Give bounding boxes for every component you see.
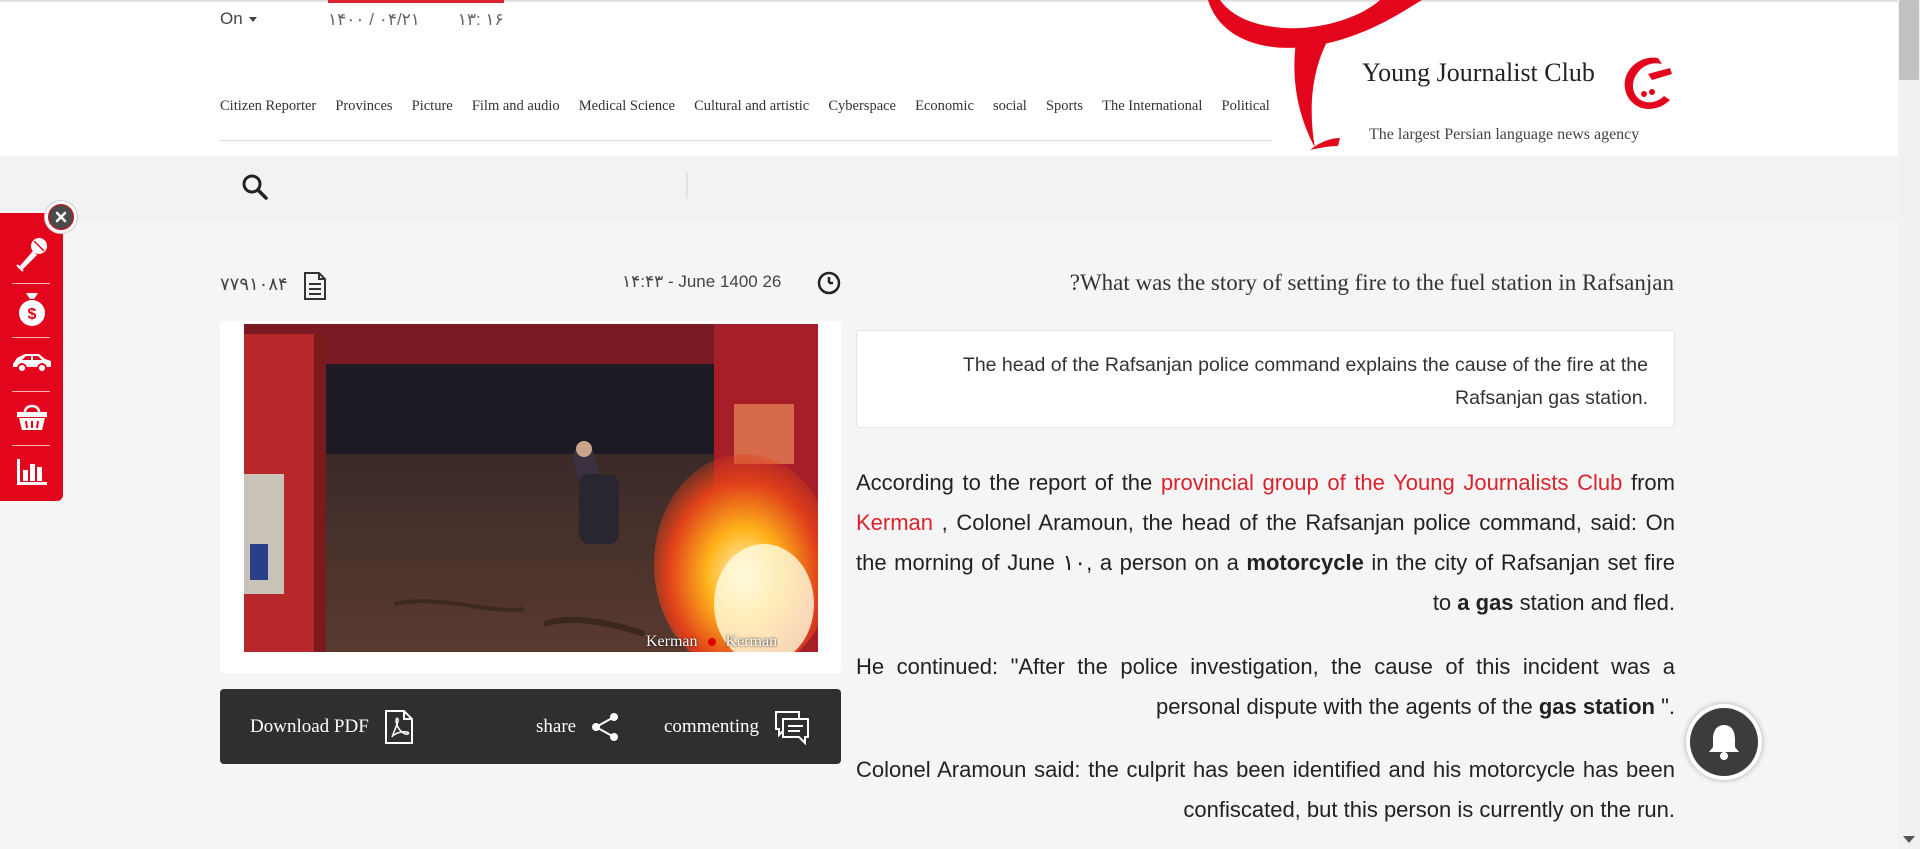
share-button[interactable]: share: [536, 689, 620, 764]
microphone-icon: [16, 238, 47, 272]
nav-item-picture[interactable]: Picture: [412, 98, 453, 115]
nav-item-film-audio[interactable]: Film and audio: [472, 98, 560, 115]
document-icon: [304, 272, 326, 300]
article-paragraph-2: He continued: "After the police investig…: [856, 647, 1675, 727]
share-icon: [592, 712, 619, 741]
scroll-down-arrow-icon[interactable]: [1903, 836, 1915, 843]
header-date: ۱۴۰۰ / ۰۴/۲۱: [328, 10, 420, 29]
clock-icon: [817, 271, 841, 295]
side-tool-microphone[interactable]: [8, 231, 56, 277]
commenting-label: commenting: [664, 715, 759, 737]
nav-item-social[interactable]: social: [993, 98, 1027, 115]
commenting-button[interactable]: commenting: [664, 689, 811, 764]
gas-station-fire-image: [244, 324, 818, 652]
nav-divider: [220, 140, 1272, 141]
article-photo[interactable]: [244, 324, 818, 652]
header-time: ۱۳: ۱۶: [457, 10, 504, 29]
nav-item-provinces[interactable]: Provinces: [335, 98, 392, 115]
nav-item-economic[interactable]: Economic: [915, 98, 974, 115]
language-label: On: [220, 9, 243, 28]
download-pdf-label: Download PDF: [250, 715, 369, 737]
side-tool-basket[interactable]: [8, 393, 56, 439]
header-date-time: ۱۴۰۰ / ۰۴/۲۱ ۱۳: ۱۶: [328, 10, 504, 30]
brand-logo-icon[interactable]: [1618, 52, 1678, 114]
side-tool-separator: [12, 445, 50, 446]
side-tool-money[interactable]: $: [8, 285, 56, 331]
nav-item-sports[interactable]: Sports: [1046, 98, 1083, 115]
side-tool-separator: [12, 337, 50, 338]
p1-text-a: According to the report of the: [856, 470, 1161, 495]
svg-text:$: $: [28, 306, 37, 323]
article-lead: The head of the Rafsanjan police command…: [962, 354, 1648, 409]
close-icon: [49, 205, 73, 229]
side-toolbar-close-button[interactable]: [45, 201, 77, 233]
nav-item-cultural-artistic[interactable]: Cultural and artistic: [694, 98, 809, 115]
scrollbar-thumb[interactable]: [1899, 0, 1919, 80]
kerman-link[interactable]: Kerman: [856, 510, 933, 535]
search-divider: [686, 172, 688, 198]
p1-text-b: from: [1622, 470, 1675, 495]
side-toolbar: $: [0, 213, 63, 501]
brand-tagline: The largest Persian language news agency: [1369, 126, 1640, 143]
watermark-left: Kerman: [646, 633, 698, 650]
download-pdf-button[interactable]: Download PDF: [250, 689, 415, 764]
money-bag-icon: $: [19, 293, 45, 326]
watermark-right: Kerman: [725, 633, 778, 650]
side-tool-separator: [12, 391, 50, 392]
watermark-dot: [707, 637, 716, 646]
nav-item-cyberspace[interactable]: Cyberspace: [828, 98, 896, 115]
side-tool-chart[interactable]: [8, 449, 56, 495]
nav-item-international[interactable]: The International: [1102, 98, 1202, 115]
side-tool-car[interactable]: [8, 339, 56, 385]
p2-bold-gas-station: gas station: [1538, 694, 1655, 719]
main-nav: Citizen Reporter Provinces Picture Film …: [220, 98, 1270, 115]
p1-bold-gas: a gas: [1457, 590, 1514, 615]
provincial-group-link[interactable]: provincial group of the Young Journalist…: [1161, 470, 1622, 495]
publish-time: ۱۴:۴۳ - June 1400 26: [622, 272, 782, 291]
article-lead-box: The head of the Rafsanjan police command…: [856, 330, 1675, 428]
comment-icon: [774, 710, 809, 745]
article-paragraph-3: Colonel Aramoun said: the culprit has be…: [856, 757, 1675, 822]
date-accent-line: [328, 0, 504, 3]
pdf-icon: [384, 709, 413, 744]
car-icon: [13, 354, 51, 373]
header-top-shadow: [0, 0, 1898, 3]
brand-name[interactable]: Young Journalist Club: [1362, 58, 1595, 88]
caret-down-icon: [249, 17, 258, 23]
bell-icon: [1690, 708, 1758, 776]
article-action-bar: Download PDF share commenting: [220, 689, 841, 764]
nav-item-citizen-reporter[interactable]: Citizen Reporter: [220, 98, 316, 115]
search-icon: [242, 174, 268, 200]
p1-bold-motorcycle: motorcycle: [1246, 550, 1364, 575]
language-selector[interactable]: On: [220, 9, 258, 29]
shopping-basket-icon: [17, 404, 47, 430]
article-paragraph-1: According to the report of the provincia…: [856, 463, 1675, 623]
search-bar: [0, 156, 1898, 222]
news-id: ۷۷۹۱۰۸۴: [220, 274, 288, 294]
bar-chart-icon: [17, 459, 47, 485]
share-label: share: [536, 715, 577, 737]
p1-text-e: station and fled.: [1513, 590, 1675, 615]
photo-watermark: Kerman Kerman: [646, 633, 777, 651]
search-button[interactable]: [240, 172, 270, 202]
notification-bell-button[interactable]: [1686, 704, 1762, 780]
nav-item-medical-science[interactable]: Medical Science: [579, 98, 675, 115]
article-title: ?What was the story of setting fire to t…: [1069, 270, 1674, 295]
page-scrollbar[interactable]: [1898, 0, 1920, 849]
side-tool-separator: [12, 283, 50, 284]
p2-text-b: ".: [1654, 694, 1675, 719]
